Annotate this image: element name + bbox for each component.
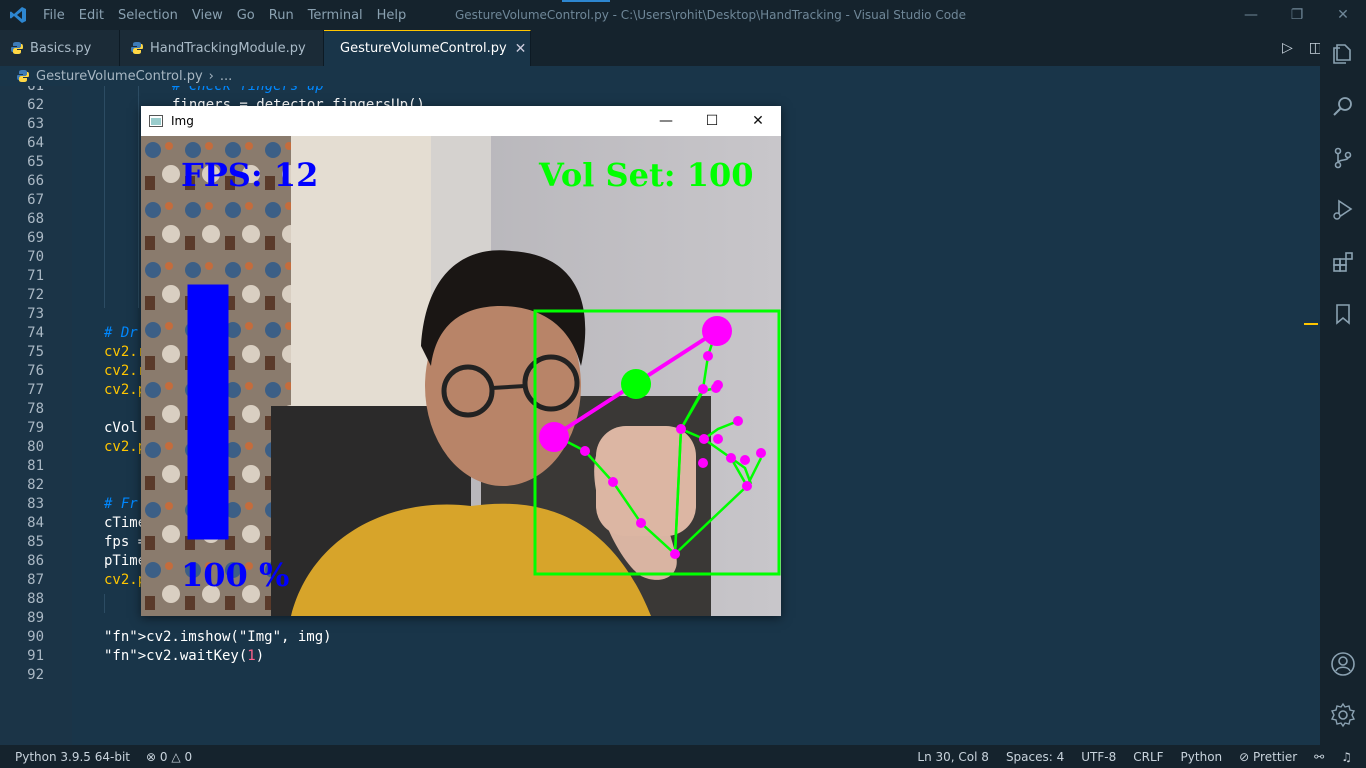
thumb-tip-marker (539, 422, 569, 452)
tab-label: HandTrackingModule.py (150, 40, 306, 56)
code-imshow: "fn">cv2.imshow("Img", img) (104, 629, 332, 645)
breadcrumb-rest[interactable]: ... (220, 69, 232, 84)
cursor-position[interactable]: Ln 30, Col 8 (917, 750, 989, 764)
breadcrumb-file[interactable]: GestureVolumeControl.py (36, 69, 203, 84)
scrollbar-marker (1304, 323, 1318, 325)
volume-bar-fill (189, 286, 227, 538)
menu-view[interactable]: View (185, 8, 230, 23)
file-encoding[interactable]: UTF-8 (1081, 750, 1116, 764)
tab-basics[interactable]: Basics.py (0, 30, 120, 66)
notifications-bell-icon[interactable]: ♫ (1341, 750, 1352, 764)
run-debug-icon[interactable] (1320, 190, 1366, 230)
python-interpreter[interactable]: Python 3.9.5 64-bit (15, 750, 130, 764)
window-title: GestureVolumeControl.py - C:\Users\rohit… (455, 8, 967, 22)
menu-edit[interactable]: Edit (72, 8, 111, 23)
image-window-title: Img (171, 114, 194, 128)
close-window-button[interactable]: ✕ (1320, 0, 1366, 30)
warning-count: 0 (184, 749, 193, 764)
language-mode[interactable]: Python (1181, 750, 1223, 764)
prettier-status[interactable]: ⊘ Prettier (1239, 750, 1297, 764)
menu-bar: File Edit Selection View Go Run Terminal… (36, 8, 413, 23)
fps-label: FPS: 12 (181, 156, 319, 194)
warning-icon: △ (171, 749, 181, 764)
settings-gear-icon[interactable] (1320, 695, 1366, 735)
vscode-logo-icon (0, 0, 36, 30)
run-icon[interactable]: ▷ (1282, 40, 1293, 56)
window-app-icon (149, 115, 163, 127)
code-line: 61 # Check fingers up (27, 86, 324, 94)
explorer-icon[interactable] (1320, 34, 1366, 74)
python-file-icon (131, 42, 143, 54)
minimize-button[interactable]: — (1228, 0, 1274, 30)
code-line: 92 (27, 667, 44, 683)
problems-indicator[interactable]: ⊗ 0 △ 0 (146, 750, 192, 764)
activity-bar (1320, 30, 1366, 745)
prettier-icon: ⊘ (1239, 749, 1254, 764)
account-icon[interactable] (1320, 644, 1366, 684)
close-tab-icon[interactable]: ✕ (515, 41, 527, 57)
restore-button[interactable]: ❐ (1274, 0, 1320, 30)
end-of-line[interactable]: CRLF (1133, 750, 1163, 764)
title-accent-line (562, 0, 610, 2)
search-icon[interactable] (1320, 86, 1366, 126)
hand-landmarks (580, 351, 766, 559)
menu-terminal[interactable]: Terminal (301, 8, 370, 23)
python-file-icon (17, 70, 29, 82)
menu-run[interactable]: Run (262, 8, 301, 23)
breadcrumb-separator: › (208, 68, 214, 84)
tab-label: Basics.py (30, 40, 92, 56)
title-bar: File Edit Selection View Go Run Terminal… (0, 0, 1366, 30)
bookmarks-icon[interactable] (1320, 294, 1366, 334)
breadcrumb: GestureVolumeControl.py › ... (0, 66, 1320, 86)
menu-file[interactable]: File (36, 8, 72, 23)
menu-help[interactable]: Help (370, 8, 414, 23)
menu-go[interactable]: Go (230, 8, 262, 23)
code-line: 90 "fn">cv2.imshow("Img", img) (27, 629, 332, 645)
editor-tabs: Basics.py HandTrackingModule.py GestureV… (0, 30, 1320, 66)
code-waitkey: "fn">cv2.waitKey(1) (104, 648, 265, 664)
tab-label: GestureVolumeControl.py (340, 41, 507, 56)
python-file-icon (11, 42, 23, 54)
source-control-icon[interactable] (1320, 138, 1366, 178)
status-bar: Python 3.9.5 64-bit ⊗ 0 △ 0 Ln 30, Col 8… (0, 745, 1366, 768)
error-count: 0 (159, 749, 168, 764)
hand-tracking-overlay (187, 284, 781, 576)
midpoint-marker (621, 369, 651, 399)
opencv-image-window[interactable]: Img — ☐ ✕ FPS: 12 Vol Set: 100 100 % (141, 106, 781, 616)
tab-gesturevolumecontrol[interactable]: GestureVolumeControl.py ✕ (324, 30, 531, 66)
minimize-button[interactable]: — (643, 106, 689, 136)
feedback-icon[interactable]: ⚯ (1314, 750, 1324, 764)
window-controls: — ❐ ✕ (1228, 0, 1366, 30)
extensions-icon[interactable] (1320, 242, 1366, 282)
close-window-button[interactable]: ✕ (735, 106, 781, 136)
menu-selection[interactable]: Selection (111, 8, 185, 23)
prettier-label: Prettier (1253, 749, 1298, 764)
hand-bounding-box (533, 309, 781, 576)
volume-percent-label: 100 % (181, 556, 290, 594)
index-tip-marker (702, 316, 732, 346)
indentation[interactable]: Spaces: 4 (1006, 750, 1064, 764)
code-line: 91 "fn">cv2.waitKey(1) (27, 648, 265, 664)
maximize-button[interactable]: ☐ (689, 106, 735, 136)
hand-skeleton (553, 330, 763, 555)
error-icon: ⊗ (146, 749, 157, 764)
image-window-titlebar[interactable]: Img — ☐ ✕ (141, 106, 781, 136)
webcam-frame: FPS: 12 Vol Set: 100 100 % (141, 136, 781, 616)
volume-set-label: Vol Set: 100 (539, 156, 754, 194)
tab-handtrackingmodule[interactable]: HandTrackingModule.py (120, 30, 324, 66)
